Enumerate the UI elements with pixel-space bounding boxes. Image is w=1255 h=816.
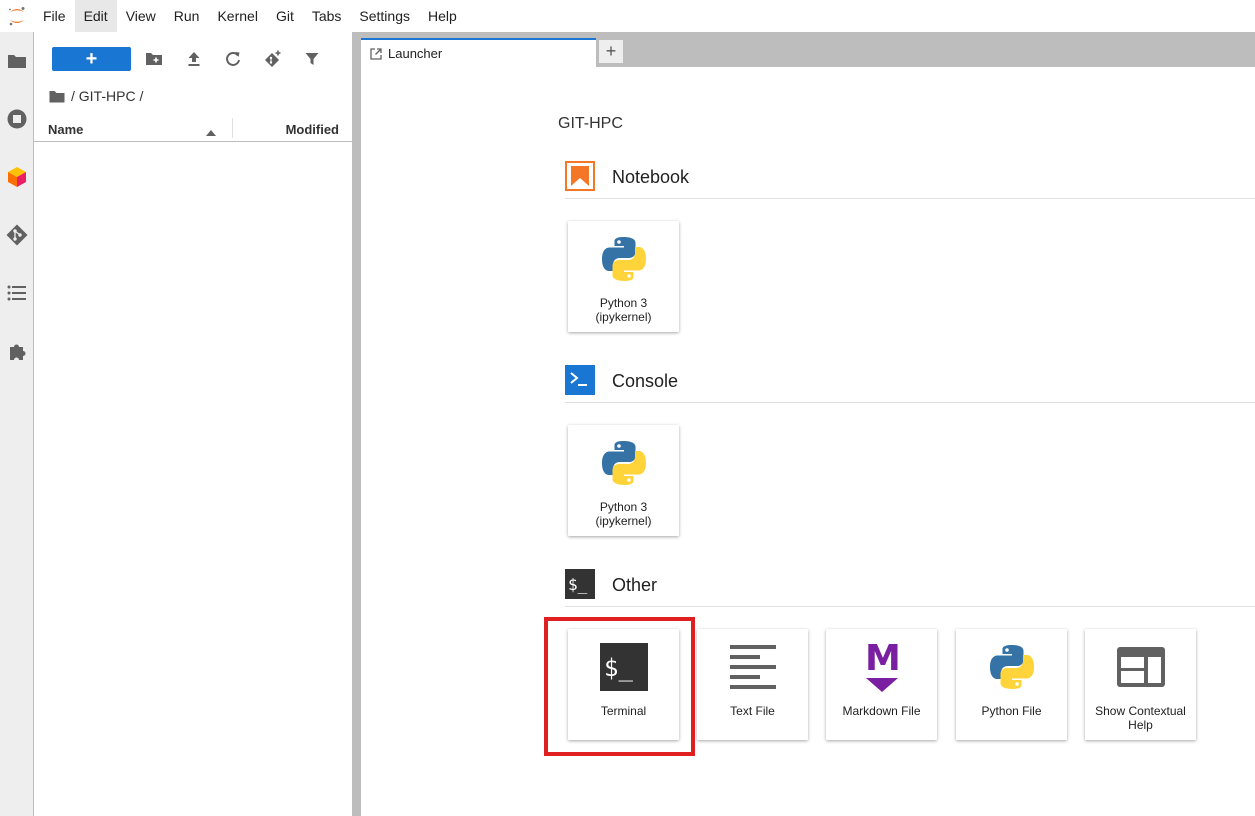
card-label: Python File	[981, 704, 1042, 718]
puzzle-icon[interactable]	[0, 332, 33, 372]
new-launcher-button[interactable]: +	[52, 47, 131, 71]
menu-settings[interactable]: Settings	[350, 0, 419, 32]
menu-help[interactable]: Help	[419, 0, 466, 32]
card-console-python3[interactable]: Python 3 (ipykernel)	[568, 425, 679, 536]
contextual-help-icon	[1085, 637, 1196, 697]
python-logo-icon	[956, 637, 1067, 697]
listing-header: Name Modified	[34, 116, 352, 142]
upload-icon[interactable]	[184, 49, 204, 69]
card-label: Text File	[730, 704, 775, 718]
text-file-icon	[697, 637, 808, 697]
home-folder-icon[interactable]	[49, 90, 65, 103]
tab-launcher[interactable]: Launcher	[361, 38, 596, 67]
new-tab-button[interactable]: +	[598, 39, 624, 64]
markdown-icon: M	[826, 637, 937, 697]
breadcrumb: / GIT-HPC /	[49, 86, 143, 106]
column-separator[interactable]	[232, 118, 233, 138]
section-console: Console	[565, 365, 1255, 403]
menu-items: File Edit View Run Kernel Git Tabs Setti…	[34, 0, 466, 32]
svg-text:M: M	[865, 640, 900, 679]
section-notebook: Notebook	[565, 161, 1255, 199]
card-label: Markdown File	[842, 704, 921, 718]
section-other: $_ Other	[565, 569, 1255, 607]
card-text-file[interactable]: Text File	[697, 629, 808, 740]
breadcrumb-path[interactable]: / GIT-HPC /	[71, 88, 143, 104]
card-label: Python 3 (ipykernel)	[595, 296, 652, 324]
notebook-icon	[565, 161, 595, 191]
list-icon[interactable]	[0, 273, 33, 313]
file-browser: + / GIT-HPC / Name Modified	[34, 32, 352, 816]
refresh-icon[interactable]	[223, 49, 243, 69]
filter-icon[interactable]	[302, 49, 322, 69]
card-python-file[interactable]: Python File	[956, 629, 1067, 740]
menu-tabs[interactable]: Tabs	[303, 0, 351, 32]
section-console-title: Console	[612, 371, 679, 391]
activity-bar	[0, 32, 34, 816]
launcher-tab-icon	[370, 47, 382, 60]
python-logo-icon	[568, 229, 679, 289]
caret-up-icon	[206, 124, 216, 139]
card-label: Show Contextual Help	[1095, 704, 1186, 732]
section-notebook-title: Notebook	[612, 167, 690, 187]
card-contextual-help[interactable]: Show Contextual Help	[1085, 629, 1196, 740]
menu-file[interactable]: File	[34, 0, 75, 32]
menu-kernel[interactable]: Kernel	[208, 0, 266, 32]
launcher-cwd: GIT-HPC	[558, 115, 623, 132]
tab-bar: Launcher +	[361, 32, 1255, 67]
column-name[interactable]: Name	[48, 122, 83, 137]
column-modified[interactable]: Modified	[286, 122, 339, 137]
cube-icon[interactable]	[0, 157, 33, 197]
tab-launcher-label: Launcher	[388, 46, 443, 61]
new-folder-icon[interactable]	[144, 49, 164, 69]
python-logo-icon	[568, 433, 679, 493]
highlight-box	[544, 617, 695, 756]
menu-bar: File Edit View Run Kernel Git Tabs Setti…	[0, 0, 1255, 32]
file-browser-toolbar: +	[34, 46, 352, 72]
terminal-section-icon: $_	[565, 569, 595, 599]
menu-git[interactable]: Git	[267, 0, 303, 32]
svg-text:$_: $_	[568, 575, 588, 594]
panel-splitter[interactable]	[352, 32, 361, 816]
launcher-panel: GIT-HPC Notebook Python 3 (ipykernel) Co…	[361, 67, 1255, 816]
section-other-title: Other	[612, 575, 658, 595]
menu-edit[interactable]: Edit	[74, 0, 117, 32]
menu-run[interactable]: Run	[165, 0, 209, 32]
console-icon	[565, 365, 595, 395]
running-icon[interactable]	[0, 99, 33, 139]
jupyter-logo-icon[interactable]	[0, 0, 34, 32]
menu-view[interactable]: View	[117, 0, 165, 32]
folder-icon[interactable]	[0, 41, 33, 81]
plus-icon: +	[85, 48, 98, 70]
git-clone-icon[interactable]	[263, 49, 283, 69]
card-label: Python 3 (ipykernel)	[595, 500, 652, 528]
card-notebook-python3[interactable]: Python 3 (ipykernel)	[568, 221, 679, 332]
git-icon[interactable]	[0, 215, 33, 255]
card-markdown-file[interactable]: M Markdown File	[826, 629, 937, 740]
